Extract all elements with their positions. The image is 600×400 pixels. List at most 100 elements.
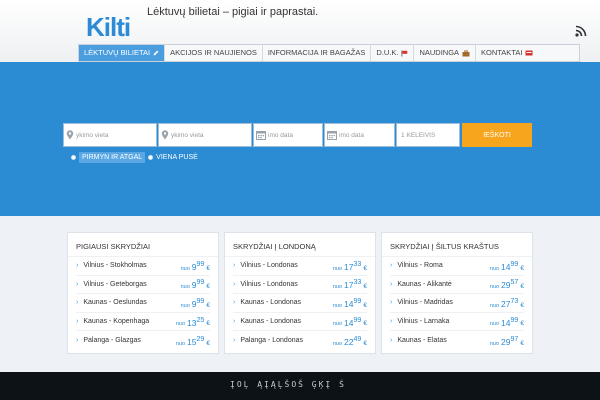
price: nuo 2773 € [490,297,524,309]
price: nuo 1325 € [176,316,210,328]
location-pin-icon [161,130,169,140]
logo[interactable]: Kilti [86,4,140,42]
contact-icon [525,50,533,56]
list-item[interactable]: › Vilnius - Roma nuo 1499 € [390,257,524,276]
calendar-icon [327,131,337,140]
departure-placeholder: ykimo vieta [76,131,109,139]
list-item[interactable]: › Vilnius - Madridas nuo 2773 € [390,294,524,313]
route-name: Vilnius - Londonas [240,280,298,288]
price-currency: € [363,320,367,328]
price-value: 1733 [344,278,361,290]
price-currency: € [363,264,367,272]
deals-card-cheapest: PIGIAUSI SKRYDŽIAI › Vilnius - Stokholmas… [67,232,219,354]
chevron-right-icon: › [390,280,393,288]
price-whole: 17 [344,261,354,272]
route-name: Vilnius - Madridas [397,299,453,307]
nav-item-flights[interactable]: LĖKTUVŲ BILIETAI [79,45,166,61]
list-item[interactable]: › Palanga - Londonas nuo 2249 € [233,331,367,350]
footer-text: ĮOĻ ĄĮĄĻŠOŠ ĢĶĮ Ś [230,380,346,389]
price-value: 999 [192,297,205,309]
price: nuo 2957 € [490,278,524,290]
oneway-label: VIENA PUSĖ [156,154,198,161]
price-whole: 29 [501,280,511,291]
chevron-right-icon: › [233,318,236,326]
price-cents: 97 [510,334,519,343]
price-currency: € [363,301,367,309]
price-cents: 73 [510,297,519,306]
search-button[interactable]: IEŠKOTI [462,123,532,147]
trip-oneway-option[interactable]: VIENA PUSĖ [148,154,198,161]
route-name: Palanga - Glazgas [83,337,141,345]
chevron-right-icon: › [390,262,393,270]
card-title: SKRYDŽIAI Į LONDONĄ [225,233,375,257]
price-value: 1529 [187,335,204,347]
nav-item-promotions[interactable]: AKCIJOS IR NAUJIENOS [165,45,263,61]
price-from-label: nuo [180,302,190,309]
oneway-radio[interactable] [148,155,154,160]
price-currency: € [206,264,210,272]
price-value: 2997 [501,335,518,347]
list-item[interactable]: › Kaunas - Londonas nuo 1499 € [233,313,367,332]
route-name: Palanga - Londonas [240,337,304,345]
list-item[interactable]: › Kaunas - Oeslundas nuo 999 € [76,294,210,313]
chevron-right-icon: › [233,280,236,288]
price-value: 2249 [344,335,361,347]
list-item[interactable]: › Kaunas - Elatas nuo 2997 € [390,331,524,350]
departure-date-placeholder: imo data [268,131,293,139]
chevron-right-icon: › [233,337,236,345]
price-from-label: nuo [332,265,343,272]
roundtrip-radio[interactable] [71,155,76,160]
price-value: 999 [192,260,205,272]
price-currency: € [520,301,524,309]
price-cents: 99 [510,315,519,324]
list-item[interactable]: › Vilnius - Larnaka nuo 1499 € [390,313,524,332]
price-whole: 17 [344,280,354,291]
nav-item-contacts[interactable]: KONTAKTAI [476,45,579,61]
card-title: SKRYDŽIAI Į ŠILTUS KRAŠTUS [382,233,532,257]
route-name: Kaunas - Oeslundas [83,299,147,307]
price-from-label: nuo [489,284,500,291]
price: nuo 999 € [181,297,210,309]
nav-item-label: AKCIJOS IR NAUJIENOS [170,48,257,57]
return-date-placeholder: imo data [339,131,364,139]
deals-card-warm: SKRYDŽIAI Į ŠILTUS KRAŠTUS › Vilnius - Ro… [381,232,533,354]
list-item[interactable]: › Kaunas - Londonas nuo 1499 € [233,294,367,313]
roundtrip-label: PIRMYN IR ATGAL [79,152,146,163]
price-from-label: nuo [489,265,500,272]
price-value: 1325 [187,316,204,328]
route-name: Kaunas - Kopenhaga [83,318,150,326]
list-item[interactable]: › Vilnius - Geteborgas nuo 999 € [76,276,210,295]
departure-date-field[interactable]: imo data [253,123,323,147]
destination-field[interactable]: ykimo vieta [158,123,252,147]
header: Kilti Lėktuvų bilietai – pigiai ir papra… [0,0,600,62]
price-currency: € [206,301,210,309]
price: nuo 1499 € [490,316,524,328]
price-whole: 29 [501,336,511,347]
price-whole: 15 [187,336,197,347]
price-currency: € [363,283,367,291]
route-name: Kaunas - Londonas [240,318,302,326]
passengers-select[interactable]: 1 KELEIVIS [396,123,460,147]
price-from-label: nuo [175,340,186,347]
list-item[interactable]: › Kaunas - Kopenhaga nuo 1325 € [76,313,210,332]
price-cents: 99 [196,297,205,306]
nav-item-useful[interactable]: NAUDINGA [414,45,477,61]
return-date-field[interactable]: imo data [324,123,395,147]
price: nuo 999 € [181,278,210,290]
passengers-value: 1 KELEIVIS [401,131,436,139]
price-value: 1499 [501,260,518,272]
chevron-right-icon: › [390,318,393,326]
rss-icon[interactable] [574,24,588,38]
price-currency: € [363,339,367,347]
list-item[interactable]: › Kaunas - Alikantė nuo 2957 € [390,276,524,295]
nav-item-info[interactable]: INFORMACIJA IR BAGAŽAS [263,45,372,61]
list-item[interactable]: › Vilnius - Stokholmas nuo 999 € [76,257,210,276]
nav-item-faq[interactable]: D.U.K. [371,45,415,61]
card-title: PIGIAUSI SKRYDŽIAI [68,233,218,257]
price-cents: 99 [196,278,205,287]
trip-roundtrip-option[interactable]: PIRMYN IR ATGAL [71,152,146,163]
list-item[interactable]: › Vilnius - Londonas nuo 1733 € [233,257,367,276]
list-item[interactable]: › Palanga - Glazgas nuo 1529 € [76,331,210,350]
list-item[interactable]: › Vilnius - Londonas nuo 1733 € [233,276,367,295]
departure-field[interactable]: ykimo vieta [63,123,157,147]
